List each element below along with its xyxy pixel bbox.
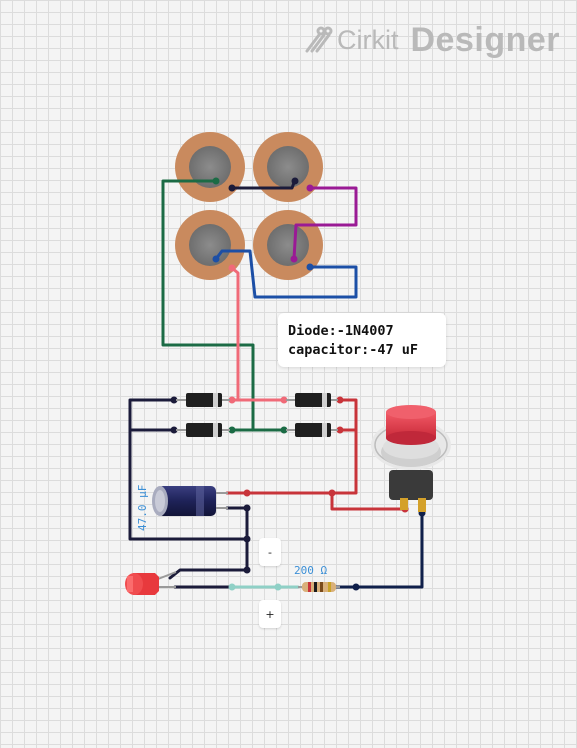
diode-4[interactable] [286,423,338,437]
push-button[interactable] [371,405,451,512]
note-line-capacitor: capacitor:-47 uF [288,342,419,358]
resistor-label: 200 Ω [294,564,327,577]
diode-3[interactable] [286,393,338,407]
capacitor-label: 47.0 µF [136,485,149,531]
battery-positive-label: + [265,607,275,621]
wire-pink[interactable] [230,266,286,402]
wire-red-right[interactable] [245,398,358,495]
battery-positive-terminal[interactable]: + [259,600,281,628]
electrolytic-capacitor[interactable] [152,486,228,516]
diode-1[interactable] [176,393,230,407]
piezo-buzzer-bottom-right[interactable] [253,210,323,280]
wire-navy-button[interactable] [334,511,424,589]
piezo-buzzer-top-left[interactable] [175,132,245,202]
note-line-diode: Diode:-1N4007 [288,323,394,339]
component-note[interactable]: Diode:-1N4007 capacitor:-47 uF [278,313,446,367]
battery-negative-terminal[interactable]: - [259,538,281,566]
circuit-canvas: 47.0 µF 200 Ω [125,132,451,595]
battery-negative-label: - [268,545,272,559]
red-led[interactable] [125,571,177,595]
diode-2[interactable] [176,423,230,437]
wire-black-cap-led[interactable] [168,506,249,580]
resistor[interactable] [298,582,340,592]
piezo-buzzer-top-right[interactable] [253,132,323,202]
